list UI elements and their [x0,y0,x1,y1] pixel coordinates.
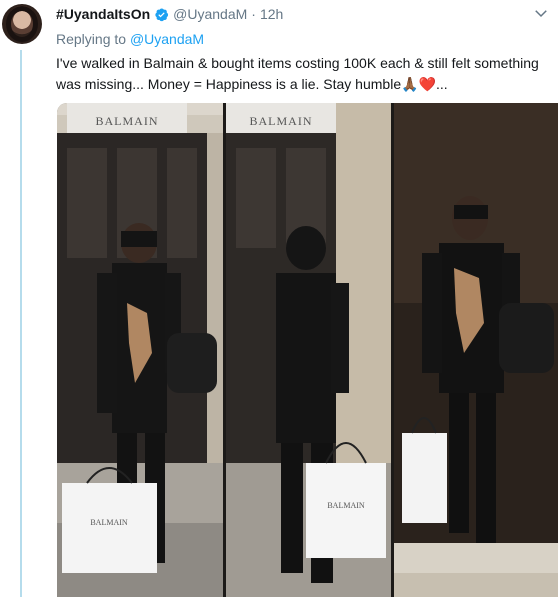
display-name[interactable]: #UyandaItsOn [56,6,150,22]
photo-2[interactable]: BALMAIN BALMAIN [226,103,391,597]
replying-mention-link[interactable]: @UyandaM [130,31,204,47]
tweet-header: #UyandaItsOn @UyandaM · 12h [56,3,283,25]
tweet-text-line1: I've walked in Balmain & bought items co… [56,55,539,71]
bag-brand-2: BALMAIN [327,501,365,510]
tweet-text-ellipsis: ... [435,76,448,92]
replying-to: Replying to @UyandaM [56,31,204,47]
photo-grid[interactable]: BALMAIN BALMAIN BALMAIN BALMAIN [57,103,558,597]
emoji-pray-heart: 🙏🏾❤️ [401,76,436,92]
thread-line [20,50,22,597]
handle[interactable]: @UyandaM [173,6,247,22]
store-sign-text-2: BALMAIN [250,114,313,128]
verified-badge-icon [155,7,169,21]
photo-3[interactable] [394,103,558,597]
replying-label: Replying to [56,31,127,47]
timestamp[interactable]: 12h [260,6,283,22]
store-sign-text: BALMAIN [96,114,159,128]
tweet-text-line2: was missing... Money = Happiness is a li… [56,76,402,92]
avatar[interactable] [2,4,42,44]
tweet-text: I've walked in Balmain & bought items co… [56,53,548,95]
photo-1[interactable]: BALMAIN BALMAIN [57,103,223,597]
bag-brand-1: BALMAIN [90,518,128,527]
separator: · [251,6,256,22]
chevron-down-icon[interactable] [532,4,550,22]
tweet[interactable]: #UyandaItsOn @UyandaM · 12h Replying to … [0,0,558,597]
